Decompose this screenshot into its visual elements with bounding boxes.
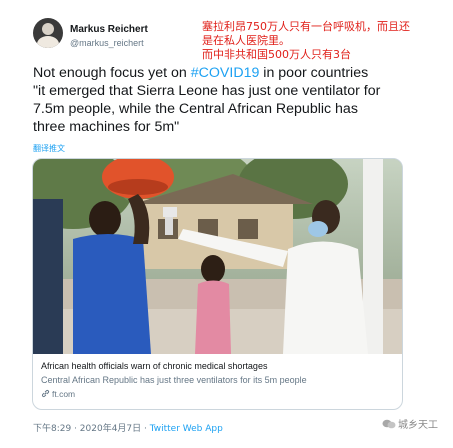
author-handle[interactable]: @markus_reichert [70, 38, 144, 48]
annotation-line-1: 塞拉利昂750万人只有一台呼吸机，而且还 [202, 20, 410, 33]
annotation-line-3: 而中非共和国500万人只有3台 [202, 48, 351, 61]
tweet-line-3: 7.5m people, while the Central African R… [33, 101, 358, 117]
card-title: African health officials warn of chronic… [41, 361, 268, 371]
watermark: 城乡天工 [382, 416, 438, 431]
avatar-body [37, 36, 59, 48]
card-domain-text: ft.com [52, 389, 76, 399]
link-card[interactable]: African health officials warn of chronic… [32, 158, 403, 410]
tweet-line-4: three machines for 5m" [33, 119, 180, 135]
link-icon [41, 389, 50, 398]
tweet-text: Not enough focus yet on #COVID19 in poor… [33, 64, 451, 136]
red-annotation: 塞拉利昂750万人只有一台呼吸机，而且还 是在私人医院里。 而中非共和国500万… [202, 20, 452, 62]
card-info: African health officials warn of chronic… [33, 354, 402, 409]
card-photo [33, 159, 402, 354]
card-domain: ft.com [41, 389, 75, 399]
wechat-icon [382, 419, 396, 429]
watermark-text: 城乡天工 [398, 420, 438, 431]
avatar-face [42, 23, 54, 35]
tweet-line-1-before: Not enough focus yet on [33, 65, 191, 81]
author-name[interactable]: Markus Reichert [70, 24, 148, 35]
annotation-line-2: 是在私人医院里。 [202, 34, 290, 47]
tweet-meta: 下午8:29 · 2020年4月7日 · Twitter Web App [33, 421, 223, 434]
tweet-line-1: Not enough focus yet on #COVID19 in poor… [33, 64, 451, 82]
card-description: Central African Republic has just three … [41, 375, 307, 385]
tweet-line-2: "it emerged that Sierra Leone has just o… [33, 83, 381, 99]
author-avatar[interactable] [33, 18, 63, 48]
tweet-line-1-after: in poor countries [259, 65, 369, 81]
hashtag-link[interactable]: #COVID19 [191, 65, 260, 81]
card-image [33, 159, 402, 354]
source-app-link[interactable]: Twitter Web App [150, 424, 223, 434]
translate-tweet-link[interactable]: 翻译推文 [33, 143, 65, 154]
tweet-timestamp[interactable]: 下午8:29 · 2020年4月7日 · [33, 424, 150, 434]
